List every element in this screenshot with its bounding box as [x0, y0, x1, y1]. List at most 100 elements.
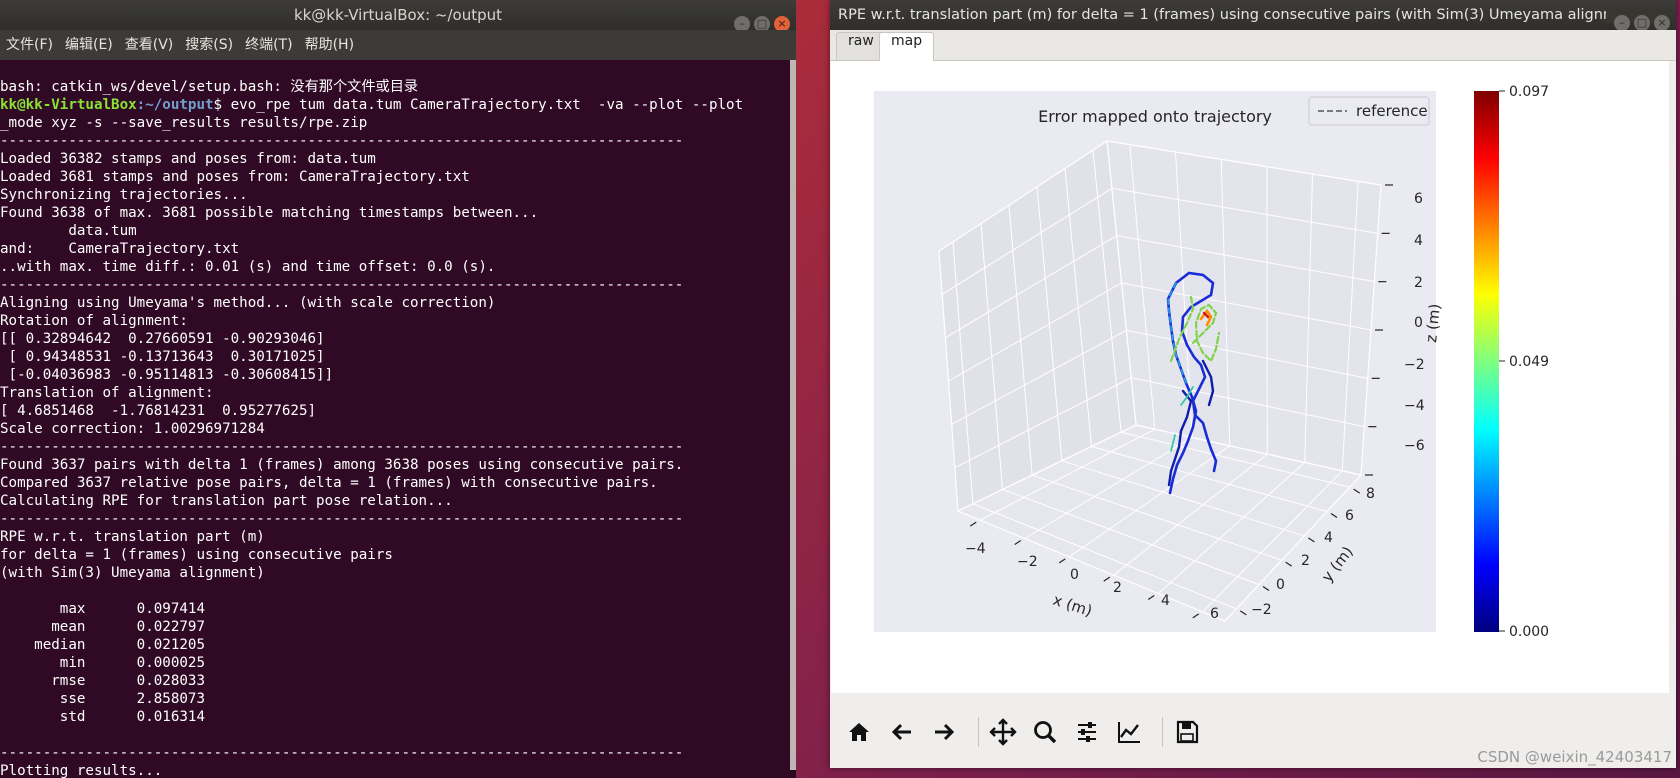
z-tick: 0 — [1414, 315, 1423, 331]
forward-arrow-icon[interactable] — [927, 715, 961, 749]
y-tick: 0 — [1276, 577, 1285, 593]
y-tick: 4 — [1324, 530, 1333, 546]
back-arrow-icon[interactable] — [885, 715, 919, 749]
terminal-scrollbar[interactable] — [790, 60, 796, 778]
terminal-line: [ 4.6851468 -1.76814231 0.95277625] — [0, 403, 317, 419]
tab-map[interactable]: map — [879, 32, 935, 61]
terminal-menubar: 文件(F) 编辑(E) 查看(V) 搜索(S) 终端(T) 帮助(H) — [0, 30, 796, 60]
colorbar-gradient — [1474, 91, 1499, 632]
minimize-icon[interactable]: – — [1614, 15, 1630, 30]
legend-reference-label: reference — [1356, 102, 1428, 120]
plot-titlebar: RPE w.r.t. translation part (m) for delt… — [830, 0, 1676, 30]
x-tick: 0 — [1070, 567, 1079, 583]
z-tick: 2 — [1414, 275, 1423, 291]
terminal-line: for delta = 1 (frames) using consecutive… — [0, 547, 393, 563]
terminal-line: Found 3637 pairs with delta 1 (frames) a… — [0, 457, 684, 473]
terminal-line: Translation of alignment: — [0, 385, 214, 401]
close-icon[interactable]: × — [1654, 15, 1670, 30]
terminal-line: ----------------------------------------… — [0, 511, 684, 527]
y-tick: 2 — [1301, 553, 1310, 569]
stat-rmse: rmse 0.028033 — [0, 673, 205, 689]
z-tick: −2 — [1404, 357, 1425, 373]
terminal-line: Compared 3637 relative pose pairs, delta… — [0, 475, 658, 491]
terminal-output[interactable]: bash: catkin_ws/devel/setup.bash: 没有那个文件… — [0, 60, 790, 778]
legend: reference — [1308, 96, 1430, 126]
y-tick: −2 — [1251, 602, 1272, 618]
z-tick: −6 — [1404, 438, 1425, 454]
menu-edit[interactable]: 编辑(E) — [59, 30, 119, 60]
stat-min: min 0.000025 — [0, 655, 205, 671]
x-tick: −4 — [965, 541, 986, 557]
chart-title: Error mapped onto trajectory — [1038, 107, 1272, 126]
plot-tabbar: raw map — [830, 30, 1676, 61]
edit-axis-icon[interactable] — [1112, 715, 1146, 749]
colorbar-max-label: 0.097 — [1509, 84, 1549, 100]
home-icon[interactable] — [842, 715, 876, 749]
terminal-line: ----------------------------------------… — [0, 133, 684, 149]
zoom-icon[interactable] — [1028, 715, 1062, 749]
terminal-window: kk@kk-VirtualBox: ~/output – □ × 文件(F) 编辑(E… — [0, 0, 796, 778]
terminal-line: Plotting results... — [0, 763, 163, 778]
stat-std: std 0.016314 — [0, 709, 205, 725]
x-tick: 2 — [1113, 580, 1122, 596]
toolbar-separator — [978, 717, 979, 747]
z-tick: 4 — [1414, 233, 1423, 249]
subplots-icon[interactable] — [1070, 715, 1104, 749]
menu-help[interactable]: 帮助(H) — [299, 30, 360, 60]
watermark-text: CSDN @weixin_42403417 — [1477, 748, 1672, 766]
terminal-line: _mode xyz -s --save_results results/rpe.… — [0, 115, 368, 131]
figure-canvas[interactable]: −4 −2 0 2 4 6 −2 0 2 4 6 8 6 4 2 0 −2 −4… — [831, 61, 1669, 693]
terminal-line: ----------------------------------------… — [0, 439, 684, 455]
terminal-line: Found 3638 of max. 3681 possible matchin… — [0, 205, 539, 221]
terminal-line: (with Sim(3) Umeyama alignment) — [0, 565, 265, 581]
menu-terminal[interactable]: 终端(T) — [239, 30, 298, 60]
command-text: $ evo_rpe tum data.tum CameraTrajectory.… — [213, 97, 744, 113]
pan-icon[interactable] — [986, 715, 1020, 749]
prompt-user: kk@kk-VirtualBox — [0, 97, 137, 113]
z-tick: −4 — [1404, 398, 1425, 414]
terminal-line: Loaded 36382 stamps and poses from: data… — [0, 151, 376, 167]
y-tick: 6 — [1345, 508, 1354, 524]
terminal-line: bash: catkin_ws/devel/setup.bash: 没有那个文件… — [0, 79, 419, 95]
scrollbar-thumb[interactable] — [790, 60, 796, 770]
terminal-line: Calculating RPE for translation part pos… — [0, 493, 453, 509]
menu-file[interactable]: 文件(F) — [0, 30, 59, 60]
stat-median: median 0.021205 — [0, 637, 205, 653]
x-tick: −2 — [1017, 554, 1038, 570]
terminal-titlebar: kk@kk-VirtualBox: ~/output – □ × — [0, 0, 796, 32]
stat-max: max 0.097414 — [0, 601, 205, 617]
terminal-line: Synchronizing trajectories... — [0, 187, 248, 203]
y-tick: 8 — [1366, 486, 1375, 502]
terminal-line: ----------------------------------------… — [0, 277, 684, 293]
terminal-command-line: kk@kk-VirtualBox:~/output$ evo_rpe tum d… — [0, 96, 790, 114]
toolbar-separator — [1162, 717, 1163, 747]
plot-window-title: RPE w.r.t. translation part (m) for delt… — [838, 7, 1647, 23]
colorbar: 0.097 0.049 0.000 — [1474, 84, 1549, 640]
stat-sse: sse 2.858073 — [0, 691, 205, 707]
terminal-line: [-0.04036983 -0.95114813 -0.30608415]] — [0, 367, 334, 383]
z-tick: 6 — [1414, 191, 1423, 207]
terminal-line: and: CameraTrajectory.txt — [0, 241, 240, 257]
terminal-line: data.tum — [0, 223, 137, 239]
menu-view[interactable]: 查看(V) — [119, 30, 180, 60]
save-icon[interactable] — [1170, 715, 1204, 749]
z-axis-label: z (m) — [1422, 303, 1444, 344]
terminal-line: Scale correction: 1.00296971284 — [0, 421, 265, 437]
x-tick: 6 — [1210, 606, 1219, 622]
terminal-line: Aligning using Umeyama's method... (with… — [0, 295, 496, 311]
terminal-line: [[ 0.32894642 0.27660591 -0.90293046] — [0, 331, 325, 347]
terminal-line: ..with max. time diff.: 0.01 (s) and tim… — [0, 259, 496, 275]
trajectory-3d-chart: −4 −2 0 2 4 6 −2 0 2 4 6 8 6 4 2 0 −2 −4… — [874, 84, 1549, 640]
menu-search[interactable]: 搜索(S) — [179, 30, 239, 60]
maximize-icon[interactable]: □ — [1634, 15, 1650, 30]
terminal-line: ----------------------------------------… — [0, 745, 684, 761]
terminal-line: Loaded 3681 stamps and poses from: Camer… — [0, 169, 470, 185]
colorbar-min-label: 0.000 — [1509, 624, 1549, 640]
stat-mean: mean 0.022797 — [0, 619, 205, 635]
prompt-path: :~/output — [136, 97, 214, 113]
terminal-line: Rotation of alignment: — [0, 313, 188, 329]
terminal-line: [ 0.94348531 -0.13713643 0.30171025] — [0, 349, 325, 365]
plot-window: RPE w.r.t. translation part (m) for delt… — [830, 0, 1676, 768]
